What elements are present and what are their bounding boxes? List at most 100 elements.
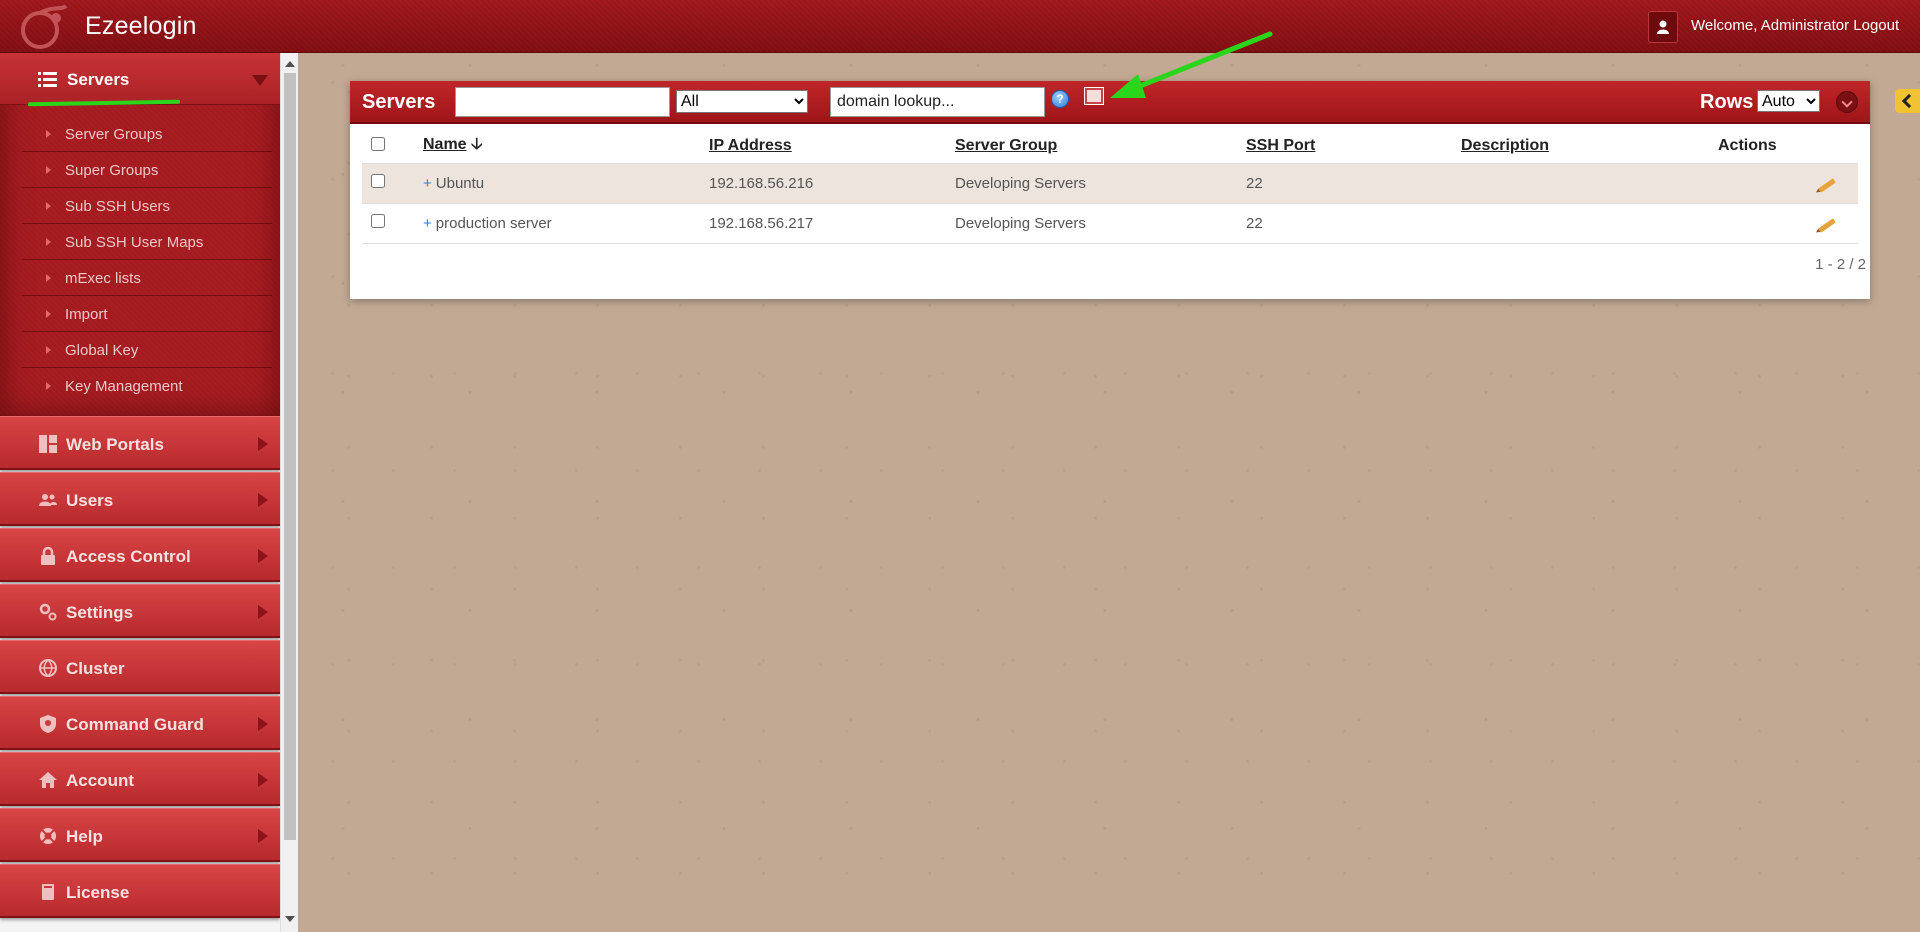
row-checkbox[interactable] [371, 174, 385, 188]
annotation-arrow-icon [1110, 31, 1273, 98]
sidebar-item-key-management[interactable]: Key Management [22, 368, 272, 404]
sidebar-scrollbar[interactable] [280, 53, 298, 932]
nav-account[interactable]: Account [0, 752, 280, 806]
search-input[interactable] [455, 87, 670, 117]
bullet-icon [46, 382, 51, 390]
domain-lookup-input[interactable] [830, 87, 1045, 117]
server-group: Developing Servers [955, 203, 1246, 244]
server-description [1461, 163, 1718, 204]
servers-nav-section: Servers Server Groups Super Groups Sub S… [0, 53, 280, 416]
top-header: Ezeelogin Welcome, Administrator Logout [0, 0, 1920, 53]
nav-label: Account [66, 771, 134, 790]
server-ip: 192.168.56.216 [709, 163, 955, 204]
edit-pencil-icon[interactable] [1818, 177, 1836, 193]
sidebar-item-mexec-lists[interactable]: mExec lists [22, 260, 272, 296]
nav-web-portals[interactable]: Web Portals [0, 416, 280, 470]
expand-plus-icon[interactable]: + [423, 215, 432, 232]
column-header-ssh-port[interactable]: SSH Port [1246, 137, 1315, 154]
chevron-right-icon [258, 605, 268, 619]
sidebar-item-server-groups[interactable]: Server Groups [22, 116, 272, 152]
servers-table: Name 🡣 IP Address Server Group SSH Port … [362, 130, 1858, 244]
sort-down-arrow-icon[interactable]: 🡣 [471, 136, 483, 153]
column-header-name[interactable]: Name [423, 136, 467, 153]
group-filter-select[interactable]: All [676, 90, 808, 113]
sidebar-item-label: Sub SSH Users [65, 198, 171, 215]
bullet-icon [46, 202, 51, 210]
nav-label: Users [66, 491, 114, 510]
table-row: + Ubuntu 192.168.56.216 Developing Server… [362, 163, 1858, 204]
sidebar-item-global-key[interactable]: Global Key [22, 332, 272, 368]
chevron-right-icon [258, 493, 268, 507]
gears-icon [39, 603, 57, 621]
shield-icon [40, 715, 56, 733]
bullet-icon [46, 346, 51, 354]
user-avatar[interactable] [1648, 11, 1678, 43]
nav-label: Command Guard [66, 715, 204, 734]
sidebar-item-label: Key Management [65, 378, 183, 395]
column-header-ip[interactable]: IP Address [709, 137, 792, 154]
pagination-info: 1 - 2 / 2 [1815, 256, 1866, 273]
sidebar-item-sub-ssh-users[interactable]: Sub SSH Users [22, 188, 272, 224]
annotation-underline [27, 99, 181, 107]
welcome-area: Welcome, Administrator Logout [1691, 17, 1899, 34]
row-checkbox[interactable] [371, 214, 385, 228]
nav-label: Settings [66, 603, 134, 622]
server-group: Developing Servers [955, 163, 1246, 204]
logout-link[interactable]: Logout [1853, 17, 1899, 34]
web-portals-icon [39, 435, 57, 453]
users-icon [39, 494, 57, 506]
list-icon [38, 72, 57, 87]
nav-settings[interactable]: Settings [0, 584, 280, 638]
sidebar-item-import[interactable]: Import [22, 296, 272, 332]
chevron-right-icon [258, 773, 268, 787]
rows-select[interactable]: Auto [1757, 90, 1820, 112]
nav-cluster[interactable]: Cluster [0, 640, 280, 694]
servers-nav-header[interactable]: Servers [0, 53, 280, 107]
nav-command-guard[interactable]: Command Guard [0, 696, 280, 750]
nav-access-control[interactable]: Access Control [0, 528, 280, 582]
server-name[interactable]: Ubuntu [436, 175, 484, 192]
column-header-description[interactable]: Description [1461, 137, 1549, 154]
sidebar-item-label: Super Groups [65, 162, 159, 179]
welcome-text: Welcome, Administrator [1691, 17, 1850, 34]
chevron-left-icon[interactable] [1895, 89, 1920, 113]
nav-license[interactable]: License [0, 864, 280, 918]
globe-icon [39, 659, 57, 677]
sidebar-item-sub-ssh-user-maps[interactable]: Sub SSH User Maps [22, 224, 272, 260]
expand-arrow-icon [252, 75, 268, 86]
scroll-down-icon[interactable] [285, 916, 295, 922]
column-header-server-group[interactable]: Server Group [955, 137, 1057, 154]
user-icon [1657, 20, 1669, 34]
sidebar-item-label: Global Key [65, 342, 139, 359]
home-icon [39, 772, 57, 788]
nav-label: Cluster [66, 659, 125, 678]
nav-label: License [66, 883, 130, 902]
nav-help[interactable]: Help [0, 808, 280, 862]
server-description [1461, 203, 1718, 244]
server-name[interactable]: production server [436, 215, 552, 232]
sidebar-item-label: Server Groups [65, 126, 163, 143]
sidebar-item-label: Import [65, 306, 108, 323]
server-port: 22 [1246, 163, 1461, 204]
server-port: 22 [1246, 203, 1461, 244]
app-title[interactable]: Ezeelogin [85, 12, 197, 41]
chevron-right-icon [258, 829, 268, 843]
table-header-row: Name 🡣 IP Address Server Group SSH Port … [362, 130, 1858, 164]
scroll-up-icon[interactable] [285, 61, 295, 67]
edit-pencil-icon[interactable] [1818, 217, 1836, 233]
rows-label: Rows [1700, 91, 1754, 113]
collapse-panel-button[interactable] [1836, 91, 1858, 113]
bullet-icon [46, 310, 51, 318]
table-row: + production server 192.168.56.217 Develo… [362, 203, 1858, 244]
bullet-icon [46, 166, 51, 174]
expand-plus-icon[interactable]: + [423, 175, 432, 192]
select-all-checkbox[interactable] [371, 136, 385, 151]
bullet-icon [46, 274, 51, 282]
help-icon[interactable]: ? [1051, 90, 1069, 108]
nav-users[interactable]: Users [0, 472, 280, 526]
servers-panel: Servers All ? Rows Auto Name 🡣 IP Addres… [350, 81, 1870, 299]
sidebar: Servers Server Groups Super Groups Sub S… [0, 53, 280, 932]
scrollbar-thumb[interactable] [284, 73, 296, 840]
panel-title: Servers [362, 91, 436, 113]
sidebar-item-super-groups[interactable]: Super Groups [22, 152, 272, 188]
